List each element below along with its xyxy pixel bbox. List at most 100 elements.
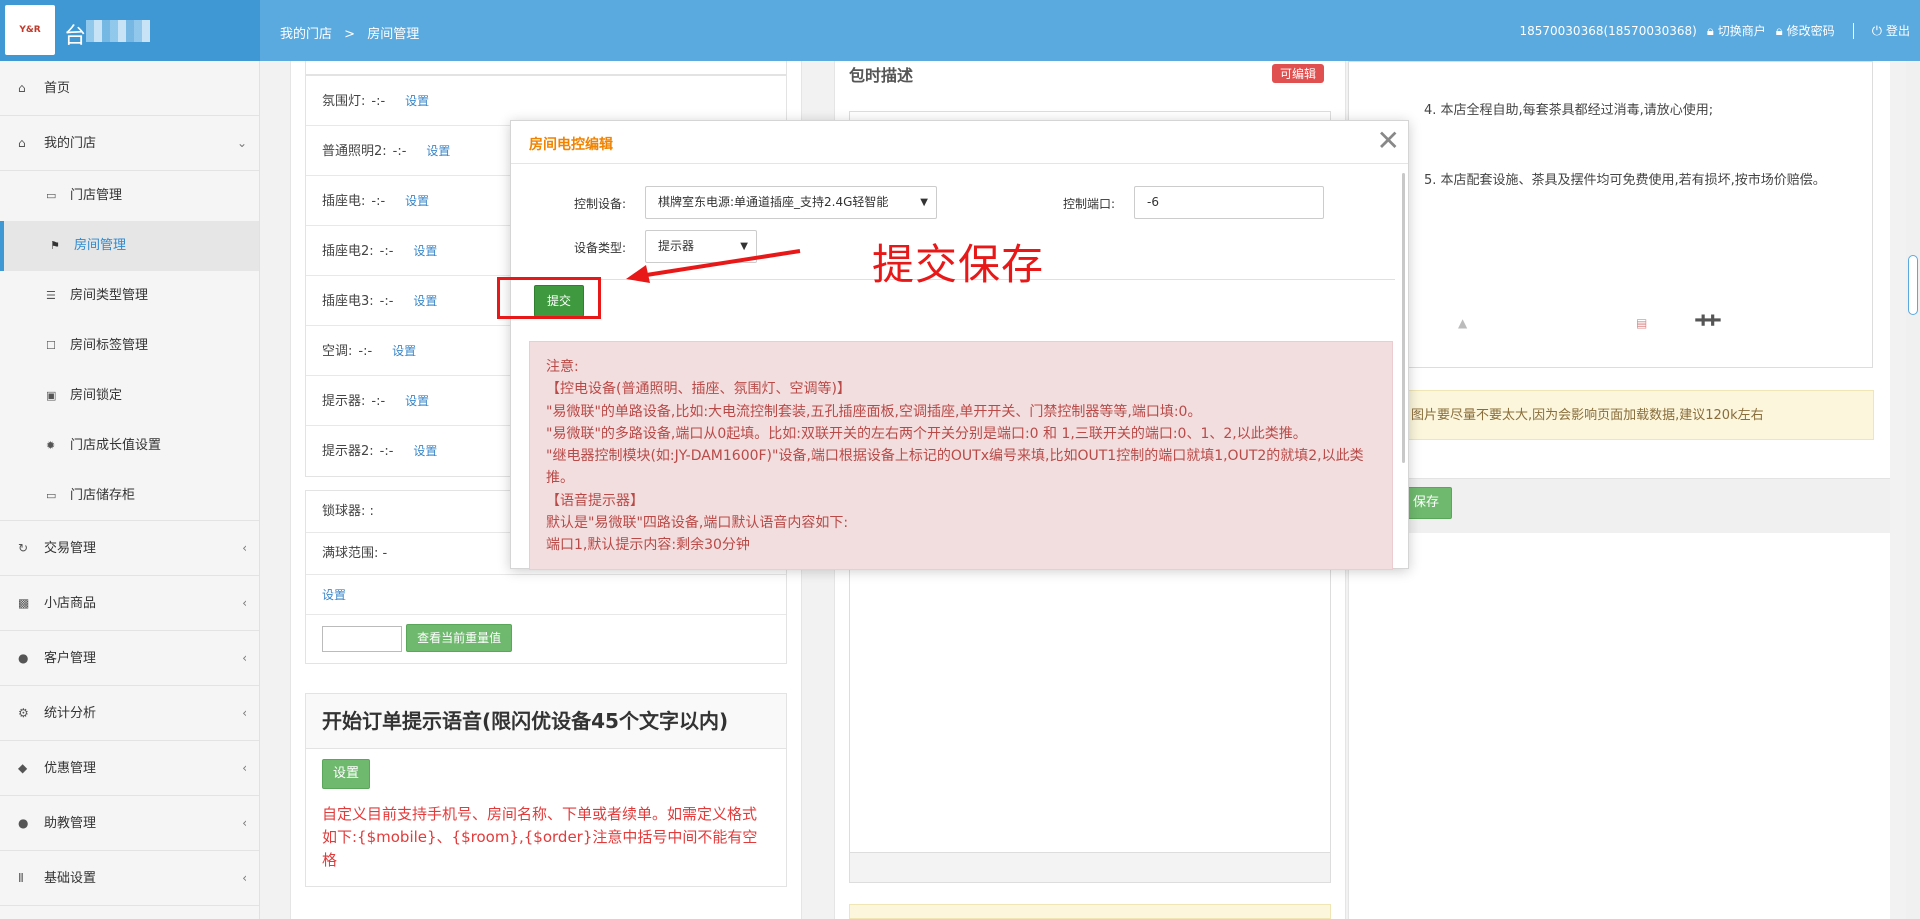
breadcrumb-current: 房间管理 (367, 27, 420, 42)
ball-range-label: 满球范围: - (322, 546, 388, 561)
package-description-title: 包时描述 (849, 66, 914, 85)
control-port-input[interactable]: -6 (1134, 186, 1324, 219)
home-icon: ⌂ (18, 81, 26, 95)
chevron-left-icon: ‹ (242, 871, 247, 885)
check-weight-button[interactable]: 查看当前重量值 (406, 624, 513, 652)
chevron-left-icon: ‹ (242, 761, 247, 775)
device-label: 提示器2: (322, 444, 374, 459)
sidebar-item-my-store[interactable]: ⌂ 我的门店 ⌄ (0, 116, 259, 171)
notice-line-4: 4. 本店全程自助,每套茶具都经过消毒,请放心使用; (1424, 103, 1714, 118)
device-set-link[interactable]: 设置 (413, 444, 437, 458)
sidebar-item-assistants[interactable]: ● 助教管理 ‹ (0, 796, 259, 851)
ball-set-link[interactable]: 设置 (322, 588, 346, 602)
sidebar-item-shop-goods[interactable]: ▩ 小店商品 ‹ (0, 576, 259, 631)
notice-line: "继电器控制模块(如:JY-DAM1600F)"设备,端口根据设备上标记的OUT… (546, 448, 1364, 487)
page-scrollbar[interactable] (1906, 61, 1920, 919)
sidebar-item-room-types[interactable]: ☰ 房间类型管理 (0, 271, 259, 321)
sidebar-item-label: 门店储存柜 (70, 488, 136, 503)
sidebar-item-store-management[interactable]: ▭ 门店管理 (0, 171, 259, 221)
chevron-left-icon: ‹ (242, 541, 247, 555)
sidebar-item-home[interactable]: ⌂ 首页 (0, 61, 259, 116)
inbox-icon: ▭ (46, 189, 57, 202)
control-device-select[interactable]: 棋牌室东电源:单通道插座_支持2.4G轻智能 ▼ (645, 186, 937, 219)
close-icon[interactable]: ✕ (1377, 124, 1400, 158)
sidebar-item-customers[interactable]: ● 客户管理 ‹ (0, 631, 259, 686)
chevron-left-icon: ‹ (242, 816, 247, 830)
sidebar-item-label: 客户管理 (44, 651, 97, 666)
control-device-value: 棋牌室东电源:单通道插座_支持2.4G轻智能 (658, 195, 889, 209)
flag-icon: ⚑ (50, 239, 60, 252)
gift-icon: ▩ (18, 596, 30, 610)
annotation-highlight-box (497, 277, 601, 319)
weight-check-row: 查看当前重量值 (306, 615, 786, 663)
chevron-left-icon: ‹ (242, 651, 247, 665)
image-mark: ▲ (1458, 316, 1468, 330)
editor-footer (850, 852, 1330, 882)
lock-icon: 🔒︎ (1775, 24, 1783, 39)
annotation-arrow (626, 249, 801, 283)
breadcrumb-separator: > (344, 27, 356, 42)
device-value: -:- (379, 444, 394, 459)
device-label: 插座电3: (322, 294, 374, 309)
notice-image-strip: ▲ ▤ 艹 (1458, 311, 1778, 344)
weight-input[interactable] (322, 625, 402, 652)
sidebar-item-room-management[interactable]: ⚑ 房间管理 (0, 221, 259, 271)
sidebar-item-label: 交易管理 (44, 541, 97, 556)
device-label: 插座电: (322, 194, 366, 209)
refresh-icon: ↻ (18, 541, 29, 555)
switch-merchant-link[interactable]: 🔒︎ 切换商户 (1707, 22, 1766, 39)
device-label: 提示器: (322, 394, 366, 409)
device-set-link[interactable]: 设置 (405, 194, 429, 208)
chevron-down-icon: ⌄ (236, 136, 247, 150)
sidebar-item-growth-settings[interactable]: ✹ 门店成长值设置 (0, 421, 259, 471)
store-logo[interactable]: Y&R (5, 5, 55, 55)
page-scrollbar-thumb[interactable] (1908, 255, 1918, 315)
breadcrumb-store[interactable]: 我的门店 (280, 27, 332, 42)
switch-merchant-label: 切换商户 (1717, 24, 1766, 38)
order-voice-title: 开始订单提示语音(限闪优设备45个文字以内) (306, 694, 786, 749)
image-calligraphy: 艹 (1694, 311, 1722, 344)
device-label: 氛围灯: (322, 94, 366, 109)
sidebar-item-basic-settings[interactable]: Ⅱ 基础设置 ‹ (0, 851, 259, 906)
port-notice-box: 注意: 【控电设备(普通照明、插座、氛围灯、空调等)】 "易微联"的单路设备,比… (529, 341, 1393, 570)
device-set-link[interactable]: 设置 (392, 344, 416, 358)
ball-set-row: 设置 (306, 575, 786, 615)
power-icon: ⏻ (1871, 24, 1882, 39)
sidebar-item-room-lock[interactable]: ▣ 房间锁定 (0, 371, 259, 421)
header-divider (1852, 22, 1854, 39)
bookmark-icon: ☐ (46, 339, 56, 352)
device-set-link[interactable]: 设置 (413, 244, 437, 258)
list-icon: ☰ (46, 289, 56, 302)
sidebar-item-storage-cabinet[interactable]: ▭ 门店储存柜 (0, 471, 259, 521)
voice-set-button[interactable]: 设置 (322, 759, 371, 789)
dialog-scrollbar[interactable] (1402, 173, 1405, 463)
dialog-title: 房间电控编辑 (529, 137, 613, 153)
device-value: -:- (379, 294, 394, 309)
device-set-link[interactable]: 设置 (426, 144, 450, 158)
lock-icon: ▣ (46, 389, 57, 402)
device-set-link[interactable]: 设置 (413, 294, 437, 308)
user-icon: ● (18, 816, 29, 830)
cog-icon: ⚙ (18, 706, 29, 720)
top-header: Y&R 台 我的门店 > 房间管理 18570030368(1857003036… (0, 0, 1920, 61)
control-device-label: 控制设备: (574, 197, 627, 211)
notice-line-5: 5. 本店配套设施、茶具及摆件均可免费使用,若有损坏,按市场价赔偿。 (1424, 173, 1826, 188)
device-label: 普通照明2: (322, 144, 387, 159)
sidebar-item-statistics[interactable]: ⚙ 统计分析 ‹ (0, 686, 259, 741)
device-set-link[interactable]: 设置 (405, 94, 429, 108)
account-label: 18570030368(18570030368) (1519, 23, 1697, 38)
device-value: -:- (358, 344, 373, 359)
cog-icon: ✹ (46, 439, 56, 452)
logout-link[interactable]: ⏻ 登出 (1872, 22, 1910, 39)
ball-lock-label: 锁球器: : (322, 504, 374, 519)
sidebar-item-label: 我的门店 (44, 136, 97, 151)
notice-line: 端口1,默认提示内容:剩余30分钟 (546, 537, 750, 554)
sidebar-item-promotions[interactable]: ◆ 优惠管理 ‹ (0, 741, 259, 796)
change-password-link[interactable]: 🔒︎ 修改密码 (1776, 22, 1835, 39)
control-port-label: 控制端口: (1063, 197, 1116, 211)
image-mark: ▤ (1636, 316, 1648, 330)
sidebar-item-transactions[interactable]: ↻ 交易管理 ‹ (0, 521, 259, 576)
device-set-link[interactable]: 设置 (405, 394, 429, 408)
lock-icon: 🔒︎ (1706, 24, 1714, 39)
sidebar-item-room-tags[interactable]: ☐ 房间标签管理 (0, 321, 259, 371)
